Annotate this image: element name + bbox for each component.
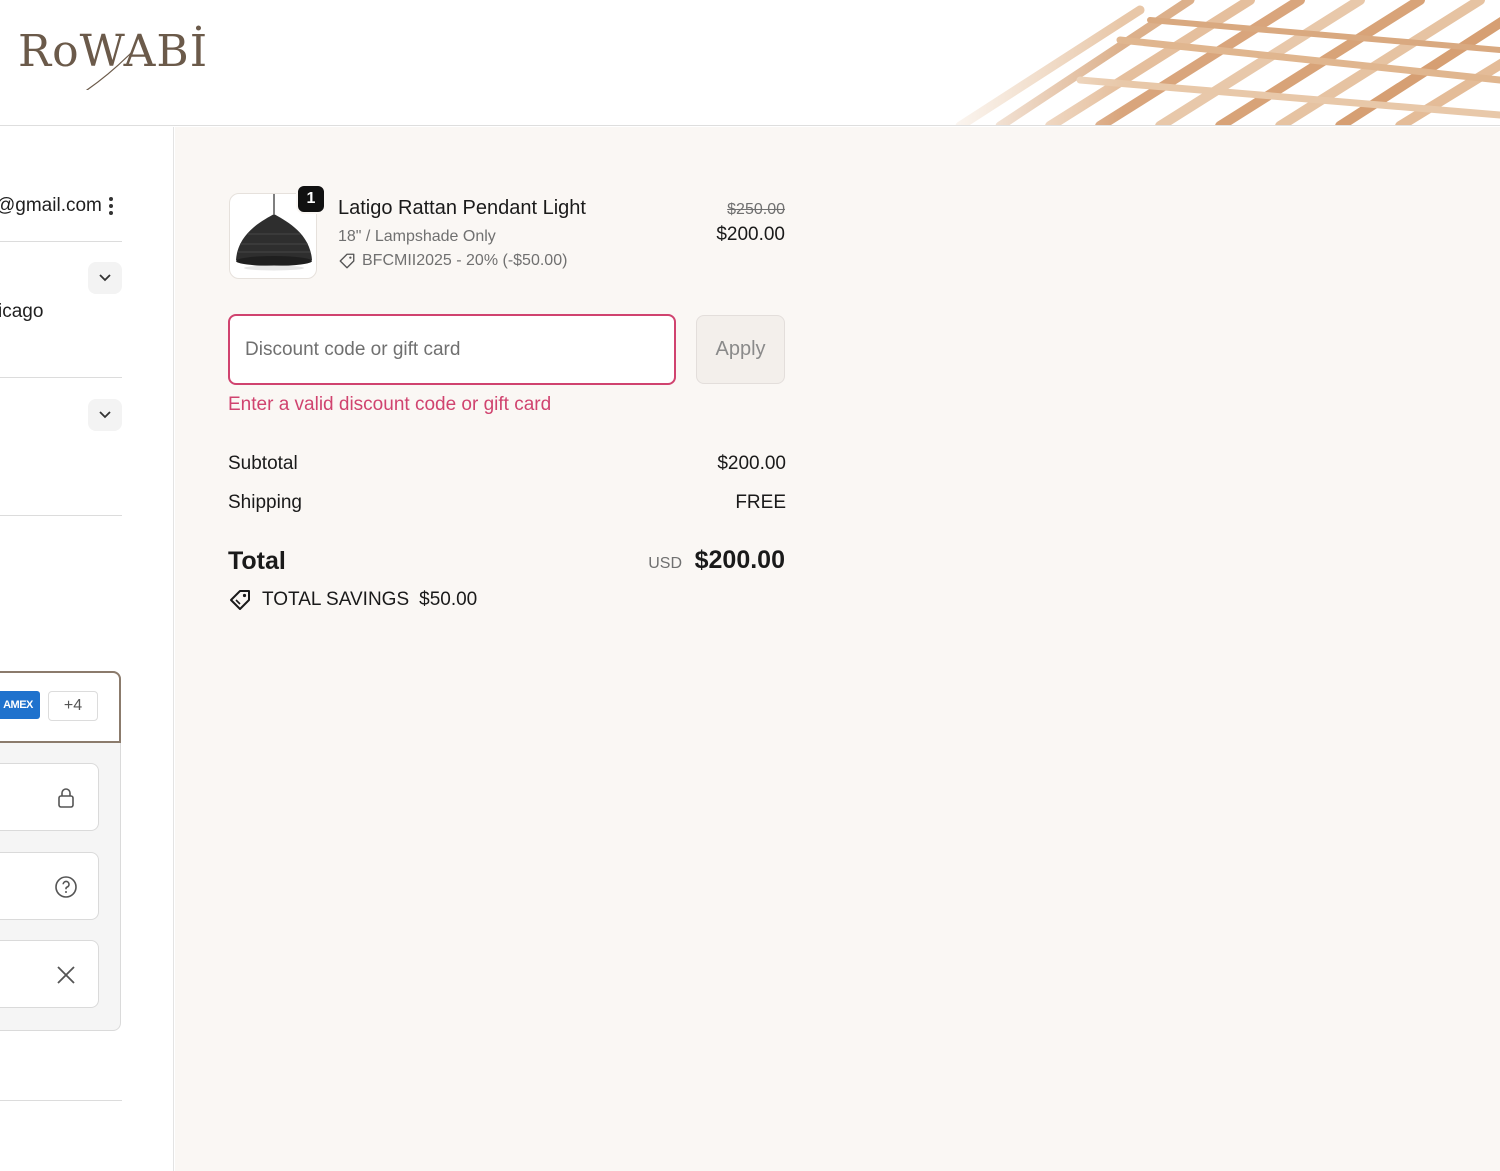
divider	[0, 515, 122, 516]
divider	[0, 1100, 122, 1101]
lock-icon	[58, 788, 74, 808]
chevron-down-icon[interactable]	[88, 399, 122, 431]
subtotal-label: Subtotal	[228, 453, 298, 474]
product-discount: BFCMII2025 - 20% (-$50.00)	[338, 252, 567, 270]
product-name: Latigo Rattan Pendant Light	[338, 197, 586, 219]
card-number-field[interactable]	[0, 763, 99, 831]
account-menu-icon[interactable]	[104, 197, 118, 217]
more-cards-badge: +4	[48, 691, 98, 721]
savings-tag-icon	[230, 590, 250, 610]
apply-discount-button[interactable]: Apply	[696, 315, 785, 384]
order-summary-panel	[175, 127, 1500, 1171]
discount-error-message: Enter a valid discount code or gift card	[228, 394, 552, 415]
divider	[0, 377, 122, 378]
close-icon[interactable]	[54, 963, 78, 987]
discount-code-input[interactable]	[228, 314, 676, 385]
total-value: $200.00	[694, 546, 785, 574]
currency-code: USD	[648, 555, 682, 572]
savings-label: TOTAL SAVINGS	[262, 589, 410, 610]
amex-card-icon: AMEX	[0, 691, 40, 719]
savings-value: $50.00	[419, 589, 478, 610]
shipping-value: FREE	[735, 492, 786, 513]
product-variant: 18" / Lampshade Only	[338, 228, 496, 245]
divider	[0, 241, 122, 242]
help-circle-icon[interactable]	[54, 875, 78, 899]
total-label: Total	[228, 547, 286, 575]
sale-price: $200.00	[716, 224, 785, 245]
name-on-card-field[interactable]	[0, 940, 99, 1008]
account-email: @gmail.com	[0, 195, 102, 216]
original-price: $250.00	[727, 201, 785, 218]
logo-swash	[85, 52, 132, 90]
checkout-header: RoWABİ	[0, 0, 1500, 126]
shipping-label: Shipping	[228, 492, 302, 513]
chevron-down-icon[interactable]	[88, 262, 122, 294]
subtotal-value: $200.00	[717, 453, 786, 474]
rattan-banner-image	[920, 0, 1500, 125]
checkout-form-column: @gmail.com icago AMEX +4	[0, 127, 174, 1171]
quantity-badge: 1	[296, 184, 326, 214]
shipping-city: icago	[0, 301, 44, 322]
store-logo[interactable]: RoWABİ	[16, 18, 207, 90]
tag-icon	[339, 253, 355, 269]
security-code-field[interactable]	[0, 852, 99, 920]
discount-code-text: BFCMII2025 - 20% (-$50.00)	[362, 252, 568, 269]
total-savings: TOTAL SAVINGS $50.00	[228, 588, 477, 612]
